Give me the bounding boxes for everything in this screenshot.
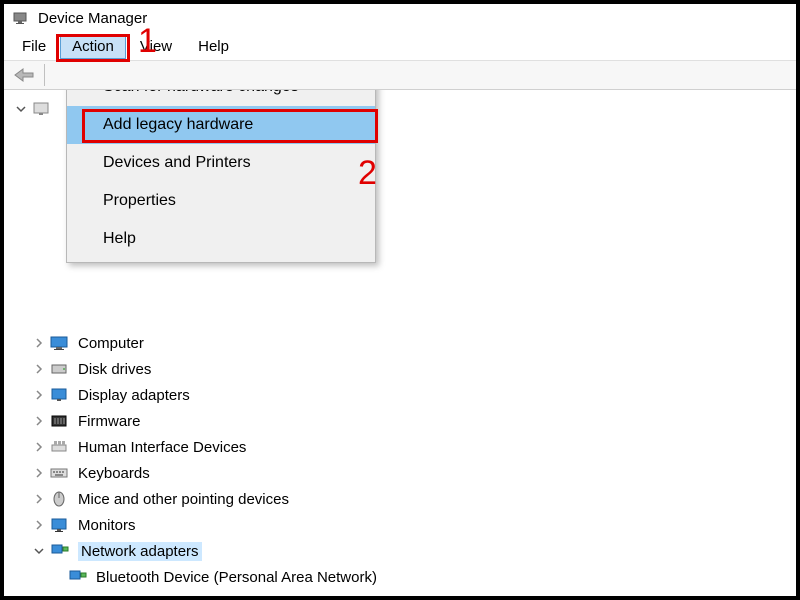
chevron-right-icon[interactable] [32, 466, 46, 480]
node-label: Mice and other pointing devices [78, 491, 289, 508]
hid-icon [50, 438, 70, 456]
menu-help[interactable]: Help [186, 34, 241, 59]
network-adapter-warning-icon: ! [68, 594, 88, 596]
tree-node-mice[interactable]: Mice and other pointing devices [4, 486, 796, 512]
menu-devices-printers[interactable]: Devices and Printers [67, 144, 375, 182]
menu-properties[interactable]: Properties [67, 182, 375, 220]
computer-root-icon [32, 100, 52, 118]
node-label: Generic Mobile Broadband Adapter [96, 595, 330, 597]
menu-action[interactable]: Action [60, 34, 126, 59]
node-label: Bluetooth Device (Personal Area Network) [96, 569, 377, 586]
tree-node-generic-mobile[interactable]: ! Generic Mobile Broadband Adapter [4, 590, 796, 596]
menubar: File Action View Help [4, 32, 796, 60]
tree-node-hid[interactable]: Human Interface Devices [4, 434, 796, 460]
computer-icon [50, 334, 70, 352]
menu-help[interactable]: Help [67, 220, 375, 258]
back-button[interactable] [10, 63, 38, 87]
chevron-right-icon[interactable] [32, 414, 46, 428]
keyboard-icon [50, 464, 70, 482]
node-label: Firmware [78, 413, 141, 430]
node-label: Keyboards [78, 465, 150, 482]
tree-node-keyboards[interactable]: Keyboards [4, 460, 796, 486]
content-area: Computer Disk drives Display adapters [4, 90, 796, 596]
node-label: Computer [78, 335, 144, 352]
node-label: Human Interface Devices [78, 439, 246, 456]
display-adapter-icon [50, 386, 70, 404]
device-manager-window: Device Manager File Action View Help [0, 0, 800, 600]
chevron-right-icon[interactable] [32, 336, 46, 350]
node-label: Disk drives [78, 361, 151, 378]
tree-node-network-adapters[interactable]: Network adapters [4, 538, 796, 564]
tree-node-firmware[interactable]: Firmware [4, 408, 796, 434]
chevron-right-icon[interactable] [32, 518, 46, 532]
window-title: Device Manager [38, 10, 147, 27]
node-label: Network adapters [78, 542, 202, 561]
toolbar-divider [44, 64, 45, 86]
device-manager-icon [12, 9, 30, 27]
tree-node-monitors[interactable]: Monitors [4, 512, 796, 538]
monitor-icon [50, 516, 70, 534]
firmware-icon [50, 412, 70, 430]
chevron-right-icon[interactable] [32, 440, 46, 454]
chevron-down-icon[interactable] [14, 102, 28, 116]
titlebar: Device Manager [4, 4, 796, 32]
node-label: Monitors [78, 517, 136, 534]
chevron-right-icon[interactable] [32, 362, 46, 376]
menu-view[interactable]: View [128, 34, 184, 59]
chevron-down-icon[interactable] [32, 544, 46, 558]
tree-node-display-adapters[interactable]: Display adapters [4, 382, 796, 408]
action-dropdown: Scan for hardware changes Add legacy har… [66, 90, 376, 263]
menu-file[interactable]: File [10, 34, 58, 59]
network-adapter-icon [50, 542, 70, 560]
tree-node-bluetooth-device[interactable]: Bluetooth Device (Personal Area Network) [4, 564, 796, 590]
tree-node-computer[interactable]: Computer [4, 330, 796, 356]
toolbar [4, 60, 796, 90]
network-adapter-icon [68, 568, 88, 586]
mouse-icon [50, 490, 70, 508]
menu-scan-hardware[interactable]: Scan for hardware changes [67, 90, 375, 106]
chevron-right-icon[interactable] [32, 388, 46, 402]
chevron-right-icon[interactable] [32, 492, 46, 506]
tree-node-disk-drives[interactable]: Disk drives [4, 356, 796, 382]
node-label: Display adapters [78, 387, 190, 404]
menu-add-legacy-hardware[interactable]: Add legacy hardware [67, 106, 375, 144]
disk-drive-icon [50, 360, 70, 378]
